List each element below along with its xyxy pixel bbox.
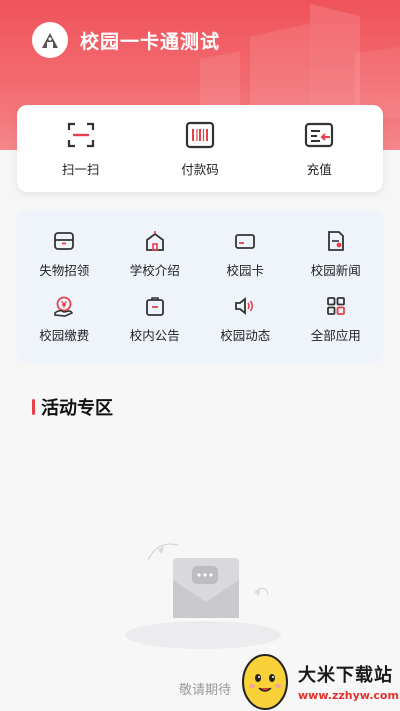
payment-icon bbox=[54, 296, 74, 317]
watermark: 大米下载站 www.zzhyw.com bbox=[236, 652, 400, 711]
scan-icon bbox=[67, 122, 94, 148]
scan-label: 扫一扫 bbox=[61, 162, 100, 177]
section-accent-bar bbox=[32, 399, 35, 415]
service-label: 校园新闻 bbox=[310, 263, 361, 279]
watermark-name: 大米下载站 bbox=[298, 665, 393, 686]
recharge-label: 充值 bbox=[306, 162, 332, 177]
all-apps-icon bbox=[326, 296, 345, 315]
school-icon bbox=[145, 231, 164, 252]
lost-found-icon bbox=[54, 232, 75, 251]
service-label: 全部应用 bbox=[310, 327, 361, 343]
service-school-intro[interactable]: 学校介绍 bbox=[110, 222, 201, 287]
scan-button[interactable]: 扫一扫 bbox=[26, 119, 136, 178]
payment-code-button[interactable]: 付款码 bbox=[145, 119, 255, 178]
service-lost-found[interactable]: 失物招领 bbox=[19, 222, 110, 287]
service-label: 校园动态 bbox=[220, 327, 271, 343]
payment-code-label: 付款码 bbox=[181, 162, 219, 177]
quick-actions-card: 扫一扫 付款码 充值 bbox=[17, 105, 383, 192]
app-header: 校园一卡通测试 bbox=[0, 0, 400, 80]
news-icon bbox=[327, 231, 344, 252]
service-campus-updates[interactable]: 校园动态 bbox=[200, 287, 291, 352]
app-title: 校园一卡通测试 bbox=[80, 30, 221, 53]
service-label: 校园缴费 bbox=[39, 327, 90, 343]
mascot-icon bbox=[242, 654, 288, 710]
speaker-icon bbox=[235, 296, 254, 315]
service-label: 失物招领 bbox=[39, 263, 90, 279]
watermark-text: 大米下载站 www.zzhyw.com bbox=[298, 661, 399, 702]
service-label: 校内公告 bbox=[129, 327, 180, 343]
card-icon bbox=[235, 234, 256, 250]
barcode-icon bbox=[185, 121, 215, 149]
empty-envelope-icon bbox=[125, 543, 281, 649]
service-campus-news[interactable]: 校园新闻 bbox=[291, 222, 382, 287]
recharge-icon bbox=[305, 122, 334, 148]
notice-icon bbox=[145, 296, 164, 316]
service-all-apps[interactable]: 全部应用 bbox=[291, 287, 382, 352]
services-grid: 失物招领 学校介绍 校园卡 校园新闻 校园缴费 校内公告 校园动态 全部应用 bbox=[17, 210, 383, 363]
service-label: 学校介绍 bbox=[129, 263, 180, 279]
service-campus-payment[interactable]: 校园缴费 bbox=[19, 287, 110, 352]
activity-section-title: 活动专区 bbox=[41, 398, 113, 419]
campus-logo-icon bbox=[32, 22, 68, 58]
recharge-button[interactable]: 充值 bbox=[264, 119, 374, 178]
service-school-notice[interactable]: 校内公告 bbox=[110, 287, 201, 352]
watermark-url: www.zzhyw.com bbox=[298, 689, 399, 702]
activity-section-header: 活动专区 bbox=[32, 396, 113, 419]
service-campus-card[interactable]: 校园卡 bbox=[200, 222, 291, 287]
service-label: 校园卡 bbox=[226, 263, 264, 279]
